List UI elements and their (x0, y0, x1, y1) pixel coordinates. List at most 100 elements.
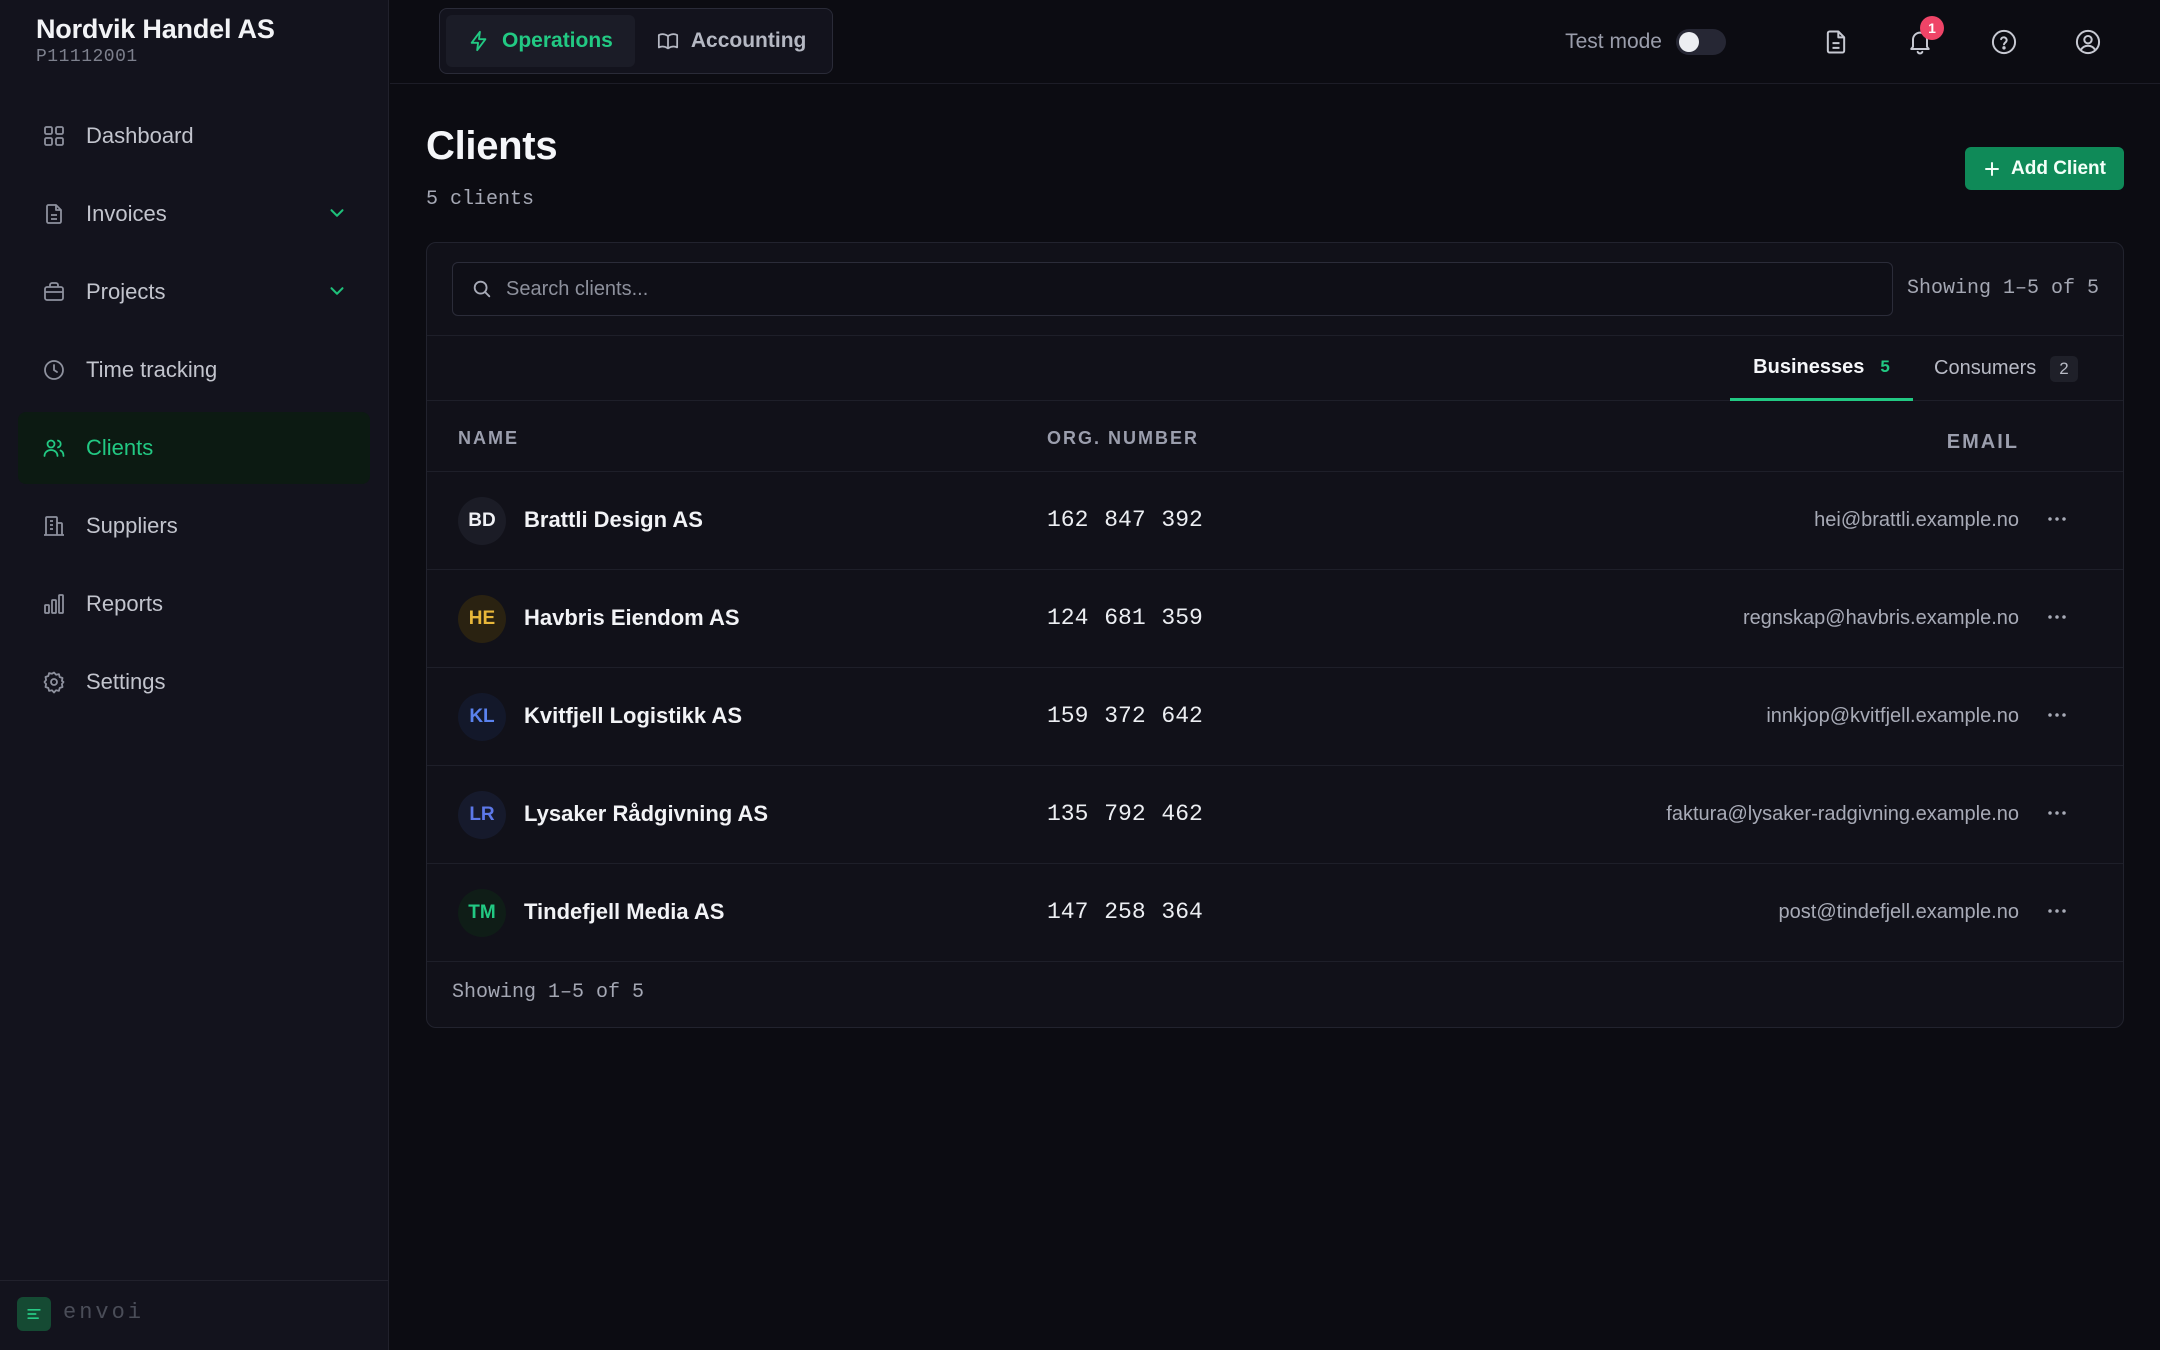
search-icon (471, 278, 493, 300)
sidebar-item-label: Reports (86, 591, 164, 616)
client-email: regnskap@havbris.example.no (1742, 607, 2019, 629)
chevron-down-icon[interactable] (326, 280, 348, 302)
org-number: 162 847 392 (1047, 507, 1203, 533)
sidebar-item-label: Suppliers (86, 513, 178, 538)
client-email: hei@brattli.example.no (1814, 509, 2019, 531)
clock-icon (42, 358, 66, 382)
client-email: post@tindefjell.example.no (1778, 901, 2019, 923)
tab-label: Consumers (1934, 357, 2037, 379)
table-row[interactable]: HE Havbris Eiendom AS 124 681 359 regnsk… (427, 570, 2123, 668)
client-type-tabs: Businesses 5 Consumers 2 (427, 335, 2123, 401)
sidebar-item-clients[interactable]: Clients (18, 412, 370, 484)
more-options-icon[interactable] (2043, 505, 2071, 533)
mode-tab-accounting[interactable]: Accounting (635, 15, 829, 67)
user-circle-icon (2074, 28, 2102, 56)
avatar: BD (458, 497, 506, 545)
mode-switch: Operations Accounting (439, 8, 833, 74)
mode-tab-operations[interactable]: Operations (446, 15, 635, 67)
client-name[interactable]: Havbris Eiendom AS (524, 605, 740, 631)
client-email: innkjop@kvitfjell.example.no (1766, 705, 2019, 727)
avatar: TM (458, 889, 506, 937)
toggle-knob (1679, 32, 1699, 52)
notifications-button[interactable]: 1 (1900, 16, 1944, 62)
tab-count: 5 (1880, 357, 1890, 376)
sidebar-item-label: Time tracking (86, 357, 218, 382)
users-icon (42, 436, 66, 460)
client-email: faktura@lysaker-radgivning.example.no (1666, 803, 2019, 825)
sidebar-item-invoices[interactable]: Invoices (18, 178, 370, 250)
notification-badge: 1 (1920, 16, 1944, 40)
mode-tab-label: Accounting (690, 29, 807, 52)
app-logo-icon (17, 1297, 51, 1331)
avatar: KL (458, 693, 506, 741)
org-number: 159 372 642 (1047, 703, 1203, 729)
column-header-email[interactable]: EMAIL (1947, 431, 2019, 454)
sidebar-item-time-tracking[interactable]: Time tracking (18, 334, 370, 406)
more-options-icon[interactable] (2043, 799, 2071, 827)
table-row[interactable]: TM Tindefjell Media AS 147 258 364 post@… (427, 864, 2123, 962)
book-icon (657, 30, 679, 52)
more-options-icon[interactable] (2043, 897, 2071, 925)
company-id: P11112001 (36, 47, 138, 67)
building-icon (42, 514, 66, 538)
org-number: 147 258 364 (1047, 899, 1203, 925)
sidebar-item-label: Invoices (86, 201, 167, 226)
sidebar-nav: Dashboard Invoices Projects Time trackin… (18, 100, 370, 724)
pagination-summary-bottom: Showing 1–5 of 5 (452, 981, 645, 1004)
sidebar-item-dashboard[interactable]: Dashboard (18, 100, 370, 172)
tab-count: 2 (2050, 355, 2078, 382)
more-options-icon[interactable] (2043, 603, 2071, 631)
more-options-icon[interactable] (2043, 701, 2071, 729)
test-mode-toggle[interactable] (1676, 29, 1726, 55)
search-input[interactable] (506, 263, 1876, 315)
sidebar-item-label: Projects (86, 279, 166, 304)
client-name[interactable]: Lysaker Rådgivning AS (524, 801, 768, 827)
mode-tab-label: Operations (502, 29, 613, 52)
account-button[interactable] (2068, 22, 2108, 62)
tab-label: Businesses (1753, 355, 1865, 378)
tab-businesses[interactable]: Businesses 5 (1730, 336, 1913, 401)
sidebar-item-label: Dashboard (86, 123, 194, 148)
sidebar-item-projects[interactable]: Projects (18, 256, 370, 328)
company-header[interactable]: Nordvik Handel AS P11112001 (36, 14, 275, 67)
sidebar: Nordvik Handel AS P11112001 Dashboard In… (0, 0, 389, 1350)
dashboard-icon (42, 124, 66, 148)
column-header-name[interactable]: NAME (458, 428, 519, 449)
help-button[interactable] (1984, 22, 2024, 62)
sidebar-footer: envoi (0, 1280, 389, 1350)
app-logo-text: envoi (63, 1300, 145, 1325)
pagination-summary-top: Showing 1–5 of 5 (1906, 277, 2099, 300)
avatar: HE (458, 595, 506, 643)
file-icon (42, 202, 66, 226)
document-icon (1822, 28, 1850, 56)
sidebar-item-reports[interactable]: Reports (18, 568, 370, 640)
sidebar-item-label: Settings (86, 669, 166, 694)
client-name[interactable]: Kvitfjell Logistikk AS (524, 703, 742, 729)
chevron-down-icon[interactable] (326, 202, 348, 224)
column-header-org-number[interactable]: ORG. NUMBER (1047, 428, 1199, 449)
add-client-label: Add Client (2011, 157, 2106, 179)
org-number: 124 681 359 (1047, 605, 1203, 631)
org-number: 135 792 462 (1047, 801, 1203, 827)
plus-icon (1983, 160, 2001, 178)
table-row[interactable]: LR Lysaker Rådgivning AS 135 792 462 fak… (427, 766, 2123, 864)
client-name[interactable]: Brattli Design AS (524, 507, 703, 533)
table-header: NAME ORG. NUMBER EMAIL (427, 401, 2123, 472)
test-mode-label: Test mode (1565, 30, 1662, 53)
sidebar-item-settings[interactable]: Settings (18, 646, 370, 718)
documents-button[interactable] (1816, 22, 1856, 62)
sidebar-item-label: Clients (86, 435, 154, 460)
client-name[interactable]: Tindefjell Media AS (524, 899, 724, 925)
tab-consumers[interactable]: Consumers 2 (1934, 336, 2078, 401)
table-row[interactable]: BD Brattli Design AS 162 847 392 hei@bra… (427, 472, 2123, 570)
search-box[interactable] (452, 262, 1893, 316)
briefcase-icon (42, 280, 66, 304)
table-row[interactable]: KL Kvitfjell Logistikk AS 159 372 642 in… (427, 668, 2123, 766)
help-icon (1990, 28, 2018, 56)
add-client-button[interactable]: Add Client (1965, 147, 2124, 190)
topbar-actions: Test mode 1 (1565, 16, 2108, 66)
lightning-icon (468, 30, 490, 52)
sidebar-item-suppliers[interactable]: Suppliers (18, 490, 370, 562)
client-count: 5 clients (426, 188, 535, 211)
avatar: LR (458, 791, 506, 839)
